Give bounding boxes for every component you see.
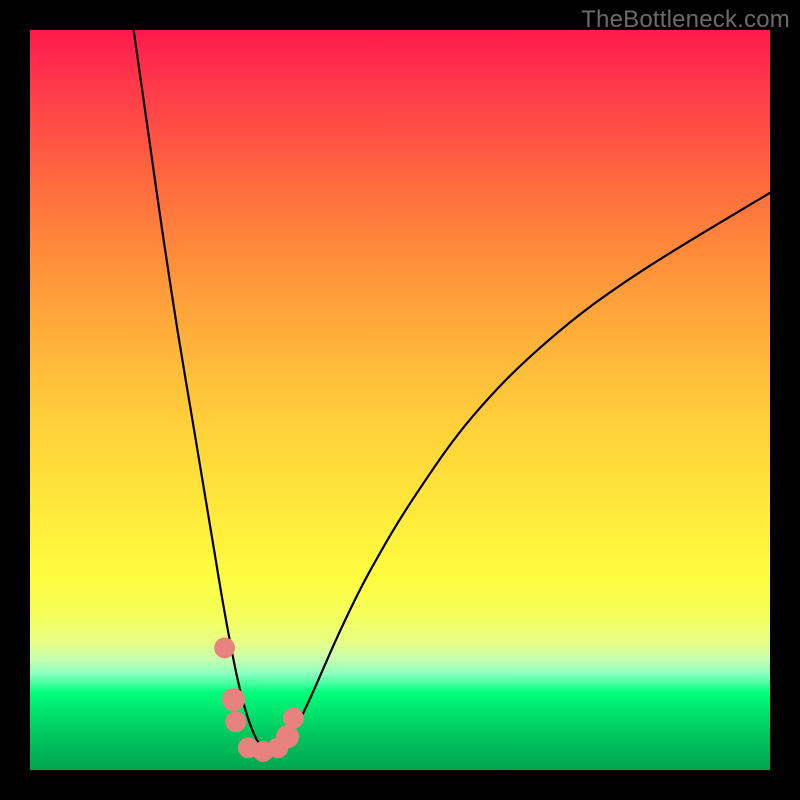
highlight-marker [283, 708, 304, 729]
bottleneck-chart-svg [30, 30, 770, 770]
highlight-marker [225, 711, 246, 732]
highlight-marker [222, 688, 245, 711]
highlight-marker [214, 637, 235, 658]
highlight-marker [276, 725, 299, 748]
watermark-text: TheBottleneck.com [581, 6, 790, 34]
highlight-markers [214, 637, 304, 761]
chart-area [30, 30, 770, 770]
